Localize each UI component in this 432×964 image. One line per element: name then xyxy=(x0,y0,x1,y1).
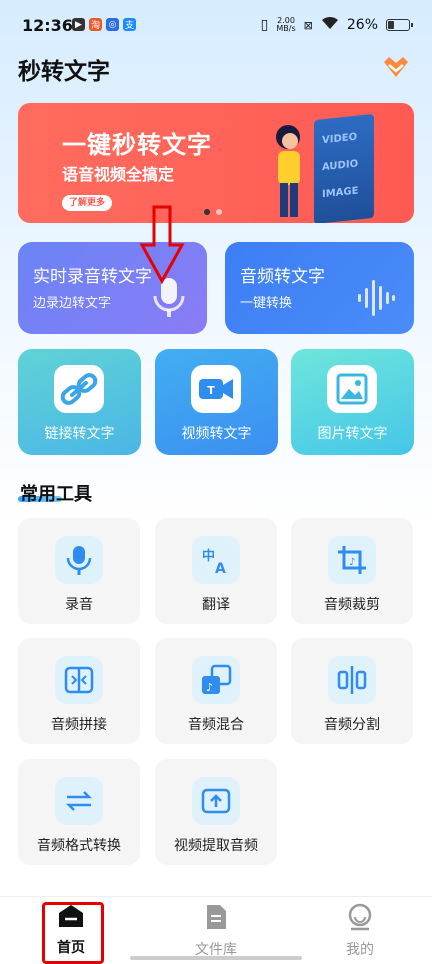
tool-label: 音频混合 xyxy=(188,717,244,733)
link-icon xyxy=(54,365,104,413)
video-to-text-card[interactable]: T 视频转文字 xyxy=(155,349,278,455)
audio-to-text-card[interactable]: 音频转文字 一键转换 xyxy=(225,242,414,334)
status-bar: 12:36 ▶ 淘 ◎ 支 ▯ 2.00 MB/s ⊠ 26% xyxy=(0,0,432,52)
link-to-text-card[interactable]: 链接转文字 xyxy=(18,349,141,455)
crop-icon: ♪ xyxy=(328,536,376,584)
annotation-arrow-icon xyxy=(139,205,185,285)
annotation-highlight-box xyxy=(42,902,104,964)
format-convert-icon xyxy=(55,777,103,825)
app-notification-icon: ◎ xyxy=(106,18,119,31)
audio-mix-icon: ♪ xyxy=(192,656,240,704)
video-extract-audio-icon xyxy=(192,777,240,825)
banner-subtitle: 语音视频全搞定 xyxy=(62,165,175,184)
notification-icons: ▶ 淘 ◎ 支 xyxy=(72,18,136,31)
tool-audio-crop[interactable]: ♪ 音频裁剪 xyxy=(291,518,413,624)
card-label: 链接转文字 xyxy=(44,426,115,442)
nav-label: 我的 xyxy=(346,942,374,958)
audio-join-icon xyxy=(55,656,103,704)
tool-audio-format-convert[interactable]: 音频格式转换 xyxy=(18,759,140,865)
tool-label: 音频格式转换 xyxy=(37,838,121,854)
card-subtitle: 一键转换 xyxy=(240,296,293,311)
home-indicator[interactable] xyxy=(130,956,302,960)
audio-split-icon xyxy=(328,656,376,704)
tool-audio-mix[interactable]: ♪ 音频混合 xyxy=(155,638,277,744)
translate-icon: 中A xyxy=(192,536,240,584)
tool-video-extract-audio[interactable]: 视频提取音频 xyxy=(155,759,277,865)
svg-text:T: T xyxy=(207,384,215,397)
profile-icon xyxy=(348,903,372,931)
battery-percent: 26% xyxy=(346,17,378,33)
microphone-icon xyxy=(55,536,103,584)
svg-text:A: A xyxy=(215,561,226,576)
app-notification-icon: ▶ xyxy=(72,18,85,31)
banner-dot xyxy=(204,209,210,215)
app-title: 秒转文字 xyxy=(18,59,110,85)
svg-text:中: 中 xyxy=(202,548,215,564)
card-title: 实时录音转文字 xyxy=(33,267,152,287)
card-subtitle: 边录边转文字 xyxy=(33,296,112,311)
sim-icon: ⊠ xyxy=(303,18,313,32)
status-right: ▯ 2.00 MB/s ⊠ 26% xyxy=(260,16,413,34)
network-speed: 2.00 MB/s xyxy=(276,16,296,33)
tool-audio-join[interactable]: 音频拼接 xyxy=(18,638,140,744)
book-illustration: VIDEO AUDIO IMAGE xyxy=(314,113,374,223)
waveform-icon xyxy=(358,280,395,316)
tool-label: 音频分割 xyxy=(324,717,380,733)
banner-pagination xyxy=(204,209,222,215)
app-notification-icon: 支 xyxy=(123,18,136,31)
status-time: 12:36 xyxy=(22,16,73,35)
tool-label: 翻译 xyxy=(202,597,230,613)
battery-icon xyxy=(386,19,413,31)
image-icon xyxy=(327,365,377,413)
image-to-text-card[interactable]: 图片转文字 xyxy=(291,349,414,455)
tool-label: 视频提取音频 xyxy=(174,838,258,854)
tool-label: 音频裁剪 xyxy=(324,597,380,613)
nav-profile[interactable]: 我的 xyxy=(315,903,405,959)
vibrate-icon: ▯ xyxy=(260,17,269,33)
file-icon xyxy=(207,905,226,929)
card-label: 图片转文字 xyxy=(317,426,388,442)
tool-label: 音频拼接 xyxy=(51,717,107,733)
app-notification-icon: 淘 xyxy=(89,18,102,31)
banner-title: 一键秒转文字 xyxy=(62,131,212,159)
section-title: 常用工具 xyxy=(20,484,92,505)
tool-record[interactable]: 录音 xyxy=(18,518,140,624)
svg-text:♪: ♪ xyxy=(349,557,355,568)
tool-audio-split[interactable]: 音频分割 xyxy=(291,638,413,744)
banner-learn-more-button[interactable]: 了解更多 xyxy=(62,195,112,211)
promo-banner[interactable]: 一键秒转文字 语音视频全搞定 了解更多 VIDEO AUDIO IMAGE xyxy=(18,103,414,223)
banner-dot xyxy=(216,209,222,215)
nav-file-library[interactable]: 文件库 xyxy=(171,903,261,959)
diamond-crown-icon[interactable] xyxy=(382,54,410,80)
card-label: 视频转文字 xyxy=(181,426,252,442)
person-illustration xyxy=(276,125,300,217)
card-title: 音频转文字 xyxy=(240,267,325,287)
svg-text:♪: ♪ xyxy=(206,681,213,694)
tool-label: 录音 xyxy=(65,597,93,613)
tool-translate[interactable]: 中A 翻译 xyxy=(155,518,277,624)
wifi-icon xyxy=(321,16,339,34)
video-icon: T xyxy=(191,365,241,413)
